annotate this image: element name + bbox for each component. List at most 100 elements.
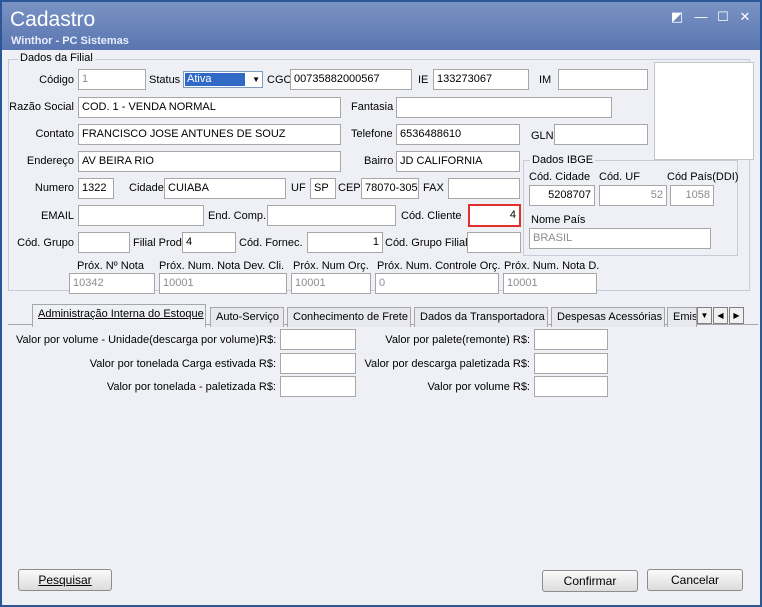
valor-volume-unidade-field[interactable] (280, 329, 356, 350)
cod-cliente-field[interactable]: 4 (468, 204, 521, 227)
pesquisar-button[interactable]: Pesquisar (18, 569, 112, 591)
window-title: Cadastro (10, 8, 96, 31)
close-icon[interactable]: ✕ (736, 8, 754, 26)
cod-grupo-filial-label: Cód. Grupo Filial (385, 237, 468, 249)
cod-cliente-label: Cód. Cliente (401, 210, 462, 222)
photo-box (654, 62, 754, 160)
tab-dados-transportadora[interactable]: Dados da Transportadora (414, 307, 548, 327)
tab-conhecimento-frete[interactable]: Conhecimento de Frete (287, 307, 411, 327)
valor-palete-field[interactable] (534, 329, 608, 350)
uf-label: UF (291, 182, 306, 194)
title-bar[interactable]: Cadastro Winthor - PC Sistemas ◩ — ☐ ✕ (2, 2, 760, 50)
valor-descarga-paletizada-label: Valor por descarga paletizada R$: (364, 358, 530, 370)
cidade-field[interactable]: CUIABA (164, 178, 286, 199)
maximize-icon[interactable]: ☐ (714, 8, 732, 26)
prox-orc-label: Próx. Num Orç. (293, 260, 369, 272)
uf-field[interactable]: SP (310, 178, 336, 199)
window-subtitle: Winthor - PC Sistemas (11, 35, 129, 47)
telefone-field[interactable]: 6536488610 (396, 124, 520, 145)
cgc-field[interactable]: 00735882000567 (290, 69, 412, 90)
endereco-label: Endereço (26, 155, 74, 167)
cod-cidade-field[interactable]: 5208707 (529, 185, 595, 206)
endereco-field[interactable]: AV BEIRA RIO (78, 151, 341, 172)
im-field[interactable] (558, 69, 648, 90)
tab-label: Administração Interna do Estoque (38, 308, 204, 320)
confirmar-button[interactable]: Confirmar (542, 570, 638, 592)
fax-field[interactable] (448, 178, 520, 199)
filial-group-title: Dados da Filial (18, 52, 95, 64)
cod-grupo-filial-field[interactable] (467, 232, 521, 253)
filial-prod-label: Filial Prod. (133, 237, 185, 249)
prox-controle-orc-label: Próx. Num. Controle Orç. (377, 260, 501, 272)
tab-administracao-estoque[interactable]: Administração Interna do Estoque (32, 304, 206, 327)
tab-despesas-acessorias[interactable]: Despesas Acessórias (551, 307, 665, 327)
status-label: Status (149, 74, 181, 86)
numero-field[interactable]: 1322 (78, 178, 114, 199)
prox-orc-field[interactable]: 10001 (291, 273, 371, 294)
gln-field[interactable] (554, 124, 648, 145)
cadastro-window: Cadastro Winthor - PC Sistemas ◩ — ☐ ✕ D… (0, 0, 762, 607)
codigo-field[interactable]: 1 (78, 69, 146, 90)
end-comp-field[interactable] (267, 205, 396, 226)
razao-social-label: Razão Social (9, 101, 74, 113)
cep-label: CEP (338, 182, 361, 194)
valor-ton-estivada-label: Valor por tonelada Carga estivada R$: (89, 358, 276, 370)
cgc-label: CGC (267, 74, 292, 86)
fax-label: FAX (423, 182, 444, 194)
ibge-group-title: Dados IBGE (530, 154, 596, 166)
pesquisar-label: Pesquisar (38, 573, 92, 587)
cidade-label: Cidade (129, 182, 164, 194)
status-select[interactable]: Ativa ▼ (183, 71, 263, 88)
ie-field[interactable]: 133273067 (433, 69, 529, 90)
email-label: EMAIL (40, 210, 74, 222)
prox-nota-dev-field[interactable]: 10001 (159, 273, 287, 294)
tab-dropdown-icon[interactable]: ▼ (697, 307, 712, 324)
ie-label: IE (418, 74, 429, 86)
valor-ton-paletizada-field[interactable] (280, 376, 356, 397)
numero-label: Numero (34, 182, 74, 194)
codigo-label: Código (39, 74, 74, 86)
cod-cidade-label: Cód. Cidade (529, 171, 591, 183)
nome-pais-field[interactable]: BRASIL (529, 228, 711, 249)
fantasia-label: Fantasia (351, 101, 394, 113)
prox-controle-orc-field[interactable]: 0 (375, 273, 499, 294)
prox-nota-dev-label: Próx. Num. Nota Dev. Cli. (159, 260, 285, 272)
valor-volume-field[interactable] (534, 376, 608, 397)
im-label: IM (539, 74, 552, 86)
prox-nota-d-label: Próx. Num. Nota D. (504, 260, 600, 272)
tab-scroll-right-icon[interactable]: ▶ (729, 307, 744, 324)
contato-label: Contato (35, 128, 74, 140)
filial-prod-field[interactable]: 4 (182, 232, 236, 253)
cod-fornec-field[interactable]: 1 (307, 232, 383, 253)
cod-pais-field[interactable]: 1058 (670, 185, 714, 206)
cod-grupo-label: Cód. Grupo (17, 237, 74, 249)
valor-ton-estivada-field[interactable] (280, 353, 356, 374)
status-selected-value: Ativa (185, 73, 245, 86)
bairro-field[interactable]: JD CALIFORNIA (396, 151, 520, 172)
tab-emissao[interactable]: Emiss (667, 307, 697, 327)
cep-field[interactable]: 78070-305 (361, 178, 419, 199)
contato-field[interactable]: FRANCISCO JOSE ANTUNES DE SOUZ (78, 124, 341, 145)
end-comp-label: End. Comp. (208, 210, 267, 222)
fantasia-field[interactable] (396, 97, 612, 118)
cod-uf-field[interactable]: 52 (599, 185, 667, 206)
tab-auto-servico[interactable]: Auto-Serviço (210, 307, 284, 327)
cod-pais-label: Cód País(DDI) (667, 171, 739, 183)
bairro-label: Bairro (364, 155, 394, 167)
cod-fornec-label: Cód. Fornec. (239, 237, 303, 249)
cancelar-button[interactable]: Cancelar (647, 569, 743, 591)
tab-scroll-left-icon[interactable]: ◀ (713, 307, 728, 324)
prox-nota-field[interactable]: 10342 (69, 273, 155, 294)
prox-nota-label: Próx. Nº Nota (77, 260, 144, 272)
razao-social-field[interactable]: COD. 1 - VENDA NORMAL (78, 97, 341, 118)
prox-nota-d-field[interactable]: 10001 (503, 273, 597, 294)
chevron-down-icon: ▼ (252, 75, 260, 84)
email-field[interactable] (78, 205, 204, 226)
valor-volume-unidade-label: Valor por volume - Unidade(descarga por … (16, 334, 277, 346)
valor-descarga-paletizada-field[interactable] (534, 353, 608, 374)
restore-icon[interactable]: ◩ (668, 8, 686, 26)
minimize-icon[interactable]: — (692, 8, 710, 26)
valor-ton-paletizada-label: Valor por tonelada - paletizada R$: (106, 381, 276, 393)
cod-uf-label: Cód. UF (599, 171, 640, 183)
cod-grupo-field[interactable] (78, 232, 130, 253)
